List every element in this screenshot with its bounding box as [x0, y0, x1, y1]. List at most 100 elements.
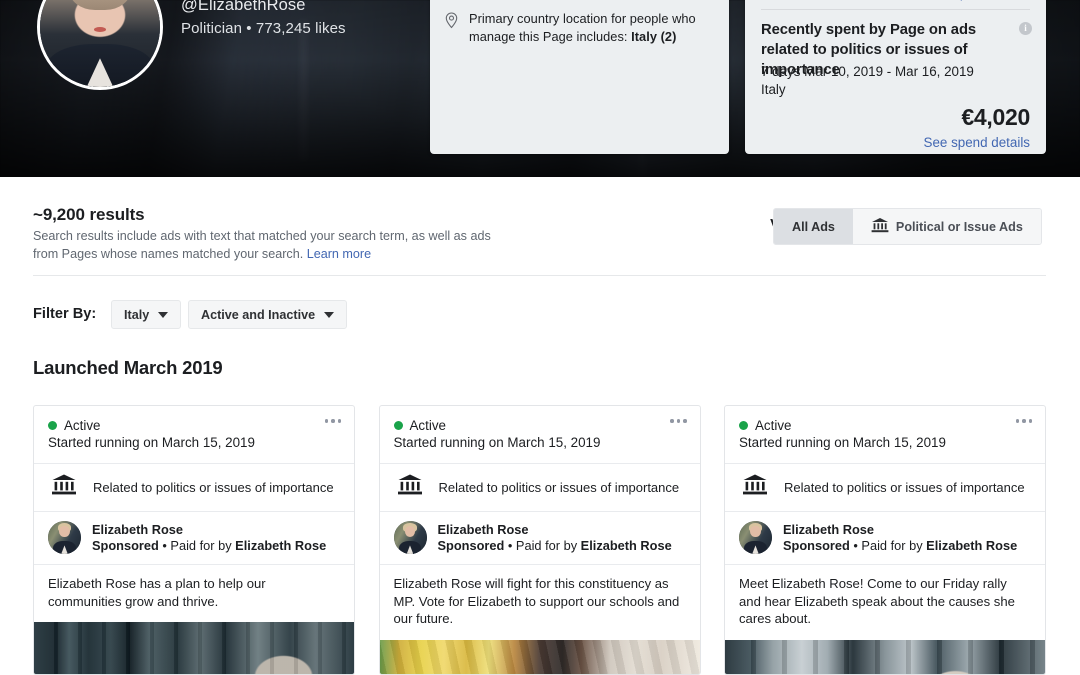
- view-toggle-group: All Ads Political or Issue Ads: [773, 208, 1042, 245]
- status-dot-icon: [393, 421, 403, 430]
- see-spend-details-link-top[interactable]: See spend details: [927, 0, 1030, 1]
- paid-by-name: Elizabeth Rose: [580, 538, 672, 553]
- ad-status-label: Active: [64, 418, 101, 433]
- ad-body-section: Meet Elizabeth Rose! Come to our Friday …: [725, 565, 1045, 640]
- paid-separator: • Paid for by: [158, 538, 236, 553]
- ad-politics-section: Related to politics or issues of importa…: [379, 464, 700, 512]
- avatar-photo: [40, 0, 160, 87]
- ad-body-text: Elizabeth Rose has a plan to help our co…: [48, 576, 266, 609]
- sponsor-paid-line: Sponsored • Paid for by Elizabeth Rose: [783, 538, 1017, 553]
- page-location-value: Italy (2): [631, 28, 677, 44]
- spend-country: Italy: [761, 82, 786, 97]
- sponsor-avatar[interactable]: [393, 521, 427, 554]
- ad-card[interactable]: Active Started running on March 15, 2019: [33, 405, 355, 675]
- ad-politics-label: Related to politics or issues of importa…: [93, 479, 334, 495]
- paid-separator: • Paid for by: [504, 538, 581, 553]
- see-spend-details-link[interactable]: See spend details: [924, 135, 1030, 150]
- ad-creative-image[interactable]: [725, 639, 1045, 674]
- avatar-hair: [68, 0, 132, 11]
- status-dot-icon: [739, 421, 748, 430]
- ad-status-label: Active: [755, 418, 792, 433]
- ad-status-label: Active: [409, 418, 446, 433]
- learn-more-link[interactable]: Learn more: [307, 247, 371, 261]
- spend-card-divider: [761, 9, 1030, 10]
- bank-icon: [397, 473, 423, 501]
- filter-country-dropdown[interactable]: Italy: [111, 300, 182, 329]
- filter-status-dropdown[interactable]: Active and Inactive: [188, 300, 348, 329]
- ad-start-date: Started running on March 15, 2019: [393, 435, 601, 450]
- status-dot-icon: [48, 421, 57, 430]
- ad-start-date: Started running on March 15, 2019: [739, 435, 946, 450]
- ad-start-date: Started running on March 15, 2019: [48, 435, 255, 450]
- results-description: Search results include ads with text tha…: [33, 228, 513, 263]
- ad-sponsor-section: Elizabeth Rose Sponsored • Paid for by E…: [34, 512, 354, 565]
- sponsor-paid-line: Sponsored • Paid for by Elizabeth Rose: [438, 538, 672, 553]
- page-location-card: Primary country location for people who …: [430, 0, 729, 154]
- sponsor-name[interactable]: Elizabeth Rose: [438, 522, 672, 537]
- ad-card[interactable]: Active Started running on March 15, 2019: [378, 405, 701, 675]
- ad-politics-label: Related to politics or issues of importa…: [438, 479, 680, 495]
- spend-date-range: 7 days Mar 10, 2019 - Mar 16, 2019: [761, 64, 974, 79]
- avatar[interactable]: [37, 0, 163, 90]
- avatar-lips: [94, 27, 106, 32]
- ad-body-section: Elizabeth Rose has a plan to help our co…: [34, 565, 354, 622]
- sponsor-avatar-face: [404, 525, 416, 537]
- ad-card[interactable]: Active Started running on March 15, 2019: [724, 405, 1046, 675]
- sponsored-label: Sponsored: [92, 538, 159, 553]
- ad-body-text: Elizabeth Rose will fight for this const…: [393, 576, 680, 626]
- bank-icon: [51, 473, 77, 501]
- chevron-down-icon: [158, 311, 169, 318]
- launched-month-heading: Launched March 2019: [33, 357, 223, 378]
- sponsored-label: Sponsored: [783, 538, 850, 553]
- sponsor-text-block: Elizabeth Rose Sponsored • Paid for by E…: [92, 522, 326, 553]
- ad-status-row: Active: [48, 418, 340, 433]
- ad-status-section: Active Started running on March 15, 2019: [34, 406, 354, 464]
- ad-sponsor-section: Elizabeth Rose Sponsored • Paid for by E…: [725, 512, 1045, 565]
- section-divider: [33, 275, 1046, 276]
- ad-creative-image[interactable]: [34, 622, 354, 674]
- tab-political-or-issue-ads[interactable]: Political or Issue Ads: [852, 209, 1041, 244]
- ad-sponsor-section: Elizabeth Rose Sponsored • Paid for by E…: [379, 512, 700, 565]
- ad-status-row: Active: [393, 418, 686, 433]
- results-description-text: Search results include ads with text tha…: [33, 229, 491, 261]
- sponsor-avatar-face: [59, 525, 70, 537]
- sponsor-avatar[interactable]: [739, 521, 772, 554]
- more-options-icon[interactable]: [324, 419, 341, 423]
- page-location-text: Primary country location for people who …: [469, 10, 713, 45]
- ad-status-section: Active Started running on March 15, 2019: [379, 406, 700, 464]
- page-category-likes: Politician • 773,245 likes: [181, 20, 346, 37]
- sponsor-paid-line: Sponsored • Paid for by Elizabeth Rose: [92, 538, 326, 553]
- paid-by-name: Elizabeth Rose: [235, 538, 327, 553]
- results-count: ~9,200 results: [33, 205, 145, 224]
- location-pin-icon: [444, 12, 459, 34]
- sponsor-name[interactable]: Elizabeth Rose: [92, 522, 326, 537]
- more-options-icon[interactable]: [670, 419, 687, 423]
- ad-status-row: Active: [739, 418, 1031, 433]
- sponsor-text-block: Elizabeth Rose Sponsored • Paid for by E…: [438, 522, 672, 553]
- paid-separator: • Paid for by: [849, 538, 927, 553]
- chevron-down-icon: [324, 311, 335, 318]
- bank-icon: [742, 473, 768, 501]
- paid-by-name: Elizabeth Rose: [926, 538, 1018, 553]
- ad-body-text: Meet Elizabeth Rose! Come to our Friday …: [739, 576, 1015, 626]
- sponsor-text-block: Elizabeth Rose Sponsored • Paid for by E…: [783, 522, 1017, 553]
- filter-status-value: Active and Inactive: [201, 307, 316, 322]
- ad-creative-image[interactable]: [379, 639, 700, 674]
- tab-political-or-issue-ads-label: Political or Issue Ads: [895, 219, 1023, 234]
- tab-all-ads-label: All Ads: [792, 219, 835, 234]
- tab-all-ads[interactable]: All Ads: [774, 209, 853, 244]
- bank-icon: [871, 217, 889, 236]
- page-spend-card: See spend details Recently spent by Page…: [745, 0, 1046, 154]
- sponsor-name[interactable]: Elizabeth Rose: [783, 522, 1017, 537]
- info-icon[interactable]: i: [1019, 22, 1032, 35]
- more-options-icon[interactable]: [1015, 419, 1032, 423]
- filter-by-label: Filter By:: [33, 306, 97, 322]
- ad-status-section: Active Started running on March 15, 2019: [725, 406, 1045, 464]
- ad-body-section: Elizabeth Rose will fight for this const…: [380, 565, 700, 640]
- ad-library-page: @ElizabethRose Politician • 773,245 like…: [0, 0, 1080, 675]
- page-handle: @ElizabethRose: [181, 0, 306, 14]
- ad-politics-label: Related to politics or issues of importa…: [784, 479, 1025, 495]
- ad-politics-section: Related to politics or issues of importa…: [34, 464, 354, 512]
- sponsor-avatar[interactable]: [48, 521, 81, 554]
- ad-politics-section: Related to politics or issues of importa…: [725, 464, 1045, 512]
